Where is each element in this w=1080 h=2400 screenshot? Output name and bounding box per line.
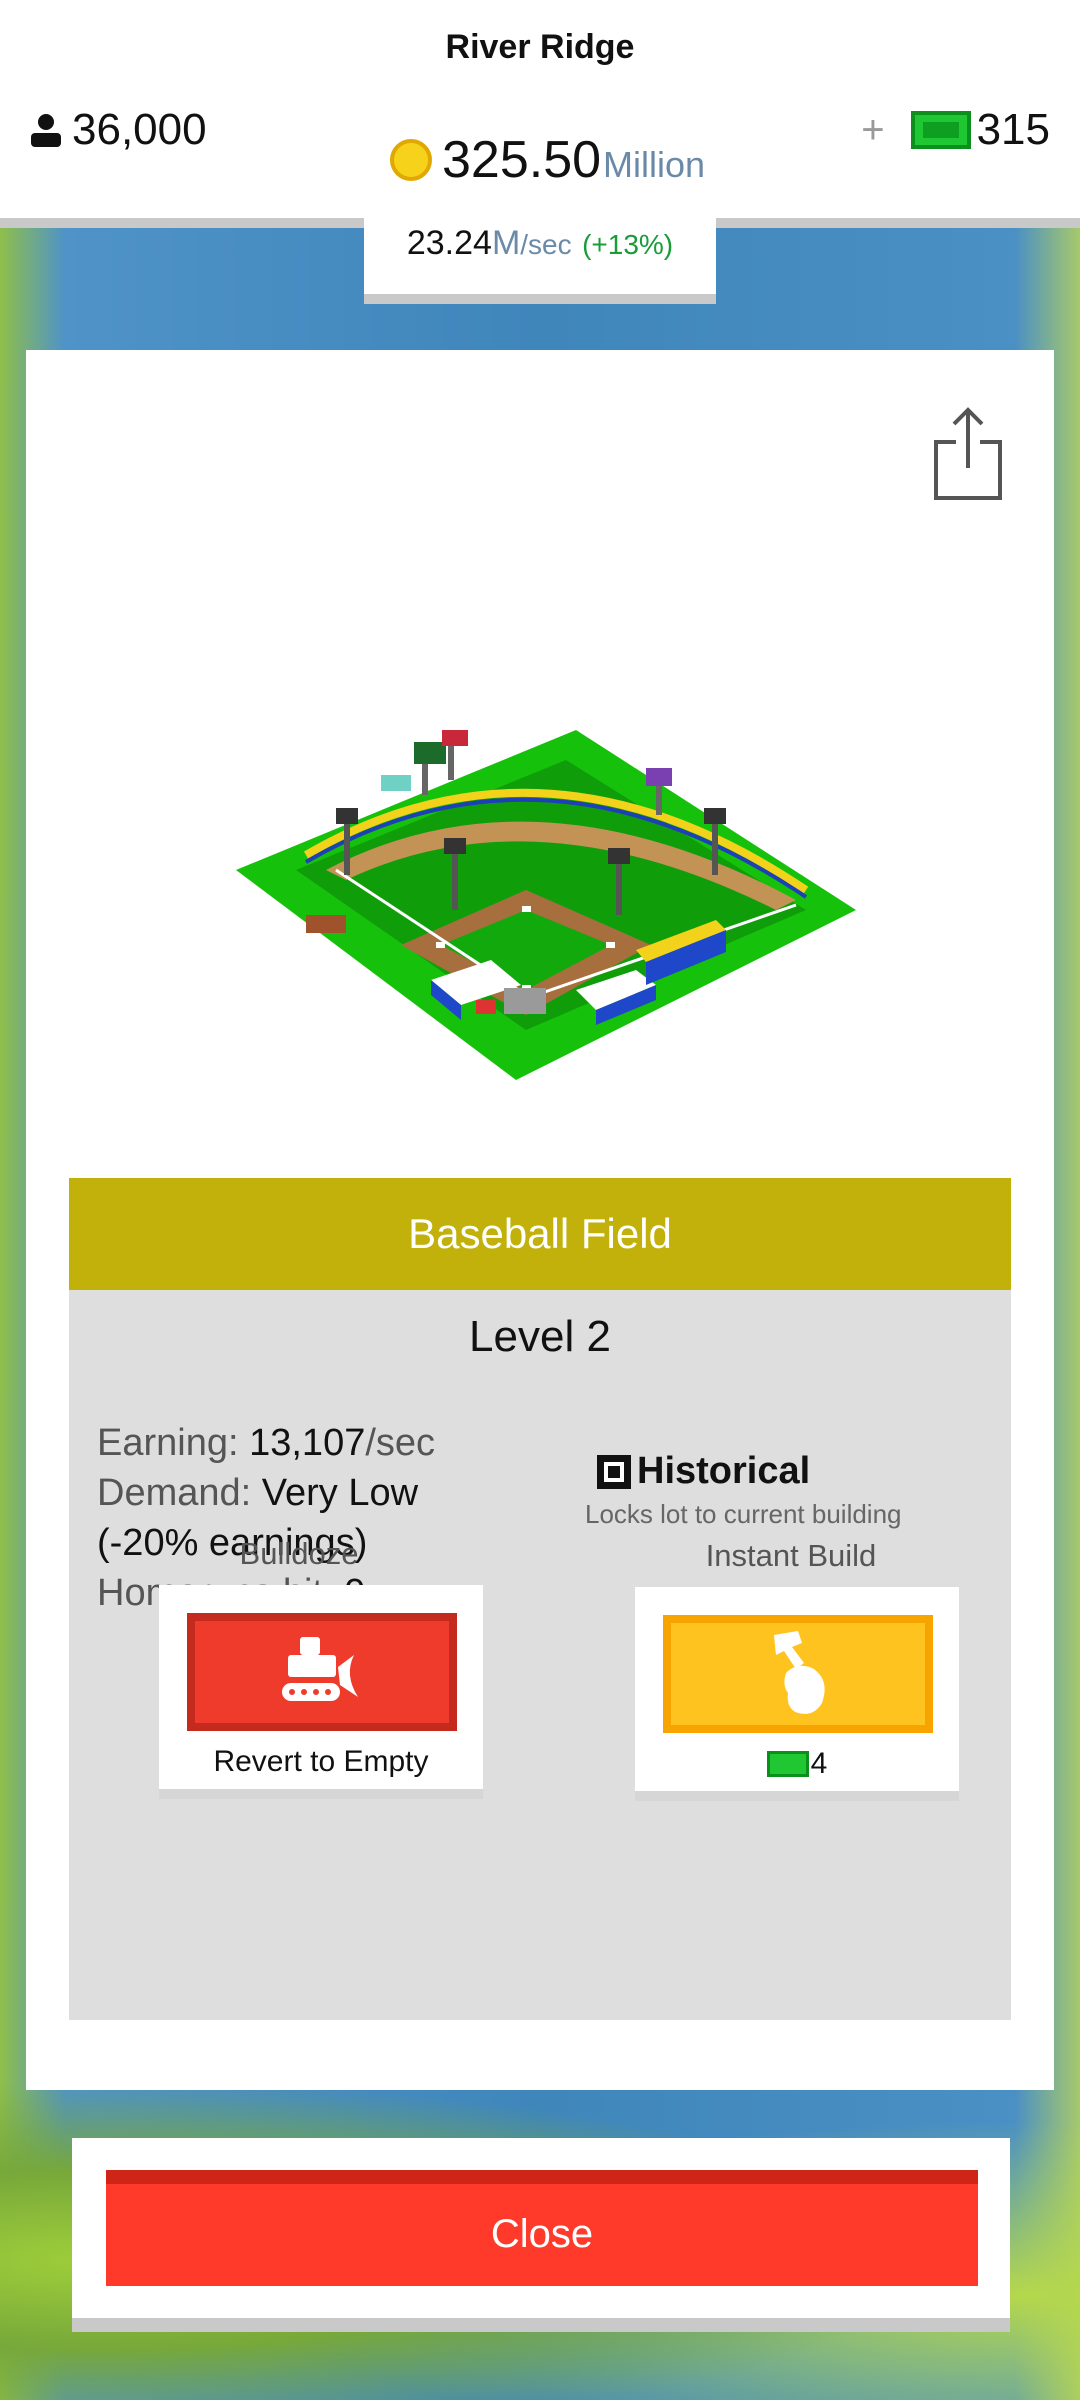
cash-value: 315	[976, 105, 1050, 154]
income-rate: 23.24M/sec (+13%)	[364, 224, 716, 263]
cash-bill-icon	[766, 1751, 809, 1777]
building-panel: Baseball Field Level 2 Earning: 13,107/s…	[26, 350, 1054, 2090]
money-counter: 325.50 Million	[390, 130, 705, 190]
bulldoze-card[interactable]: Revert to Empty	[159, 1585, 483, 1799]
instant-build-button[interactable]	[663, 1615, 933, 1733]
population-value: 36,000	[72, 105, 207, 154]
coin-icon	[390, 139, 432, 181]
rate-unit-sec: /sec	[520, 229, 572, 260]
add-cash-plus[interactable]: +	[861, 108, 884, 153]
historical-checkbox[interactable]	[597, 1454, 631, 1489]
instant-build-cost: 4	[635, 1747, 959, 1781]
instant-build-label: Instant Build	[705, 1538, 877, 1573]
town-name: River Ridge	[445, 28, 635, 66]
historical-description: Locks lot to current building	[585, 1499, 902, 1529]
bulldoze-label: Bulldoze	[239, 1536, 359, 1571]
hammer-icon	[774, 1631, 825, 1714]
person-icon	[31, 114, 61, 147]
historical-row[interactable]: Historical	[597, 1450, 997, 1493]
bulldozer-icon	[282, 1637, 358, 1701]
demand-label: Demand:	[97, 1472, 252, 1514]
rate-unit-m: M	[491, 224, 521, 262]
building-name: Baseball Field	[69, 1178, 1011, 1290]
historical-label: Historical	[637, 1450, 811, 1492]
rate-value: 23.24	[406, 224, 492, 262]
earning-unit: /sec	[365, 1422, 436, 1464]
instant-build-card[interactable]: 4	[635, 1587, 959, 1801]
rate-change: (+13%)	[582, 229, 674, 260]
top-hud: River Ridge 36,000 325.50 Million + 315	[0, 0, 1080, 218]
bulldoze-caption: Revert to Empty	[213, 1745, 429, 1778]
earning-label: Earning:	[97, 1422, 239, 1464]
historical-toggle[interactable]: Historical Locks lot to current building	[585, 1450, 997, 1530]
close-button[interactable]: Close	[106, 2170, 978, 2286]
building-level: Level 2	[469, 1312, 611, 1361]
close-container: Close	[72, 2138, 1010, 2332]
earning-row: Earning: 13,107/sec	[97, 1418, 527, 1468]
baseball-field-model	[236, 730, 856, 1080]
money-unit: Million	[603, 144, 706, 185]
cash-bill-icon	[910, 111, 971, 149]
instant-build-cost-value: 4	[810, 1747, 828, 1780]
bulldoze-button[interactable]	[187, 1613, 457, 1731]
earning-value: 13,107	[249, 1422, 366, 1464]
money-value: 325.50	[442, 131, 602, 189]
building-info: Level 2 Earning: 13,107/sec Demand: Very…	[69, 1290, 1011, 2020]
share-icon[interactable]	[932, 406, 1004, 502]
income-rate-tab: 23.24M/sec (+13%)	[364, 216, 716, 304]
cash-counter[interactable]: + 315	[861, 105, 1050, 155]
population-counter: 36,000	[28, 105, 207, 155]
